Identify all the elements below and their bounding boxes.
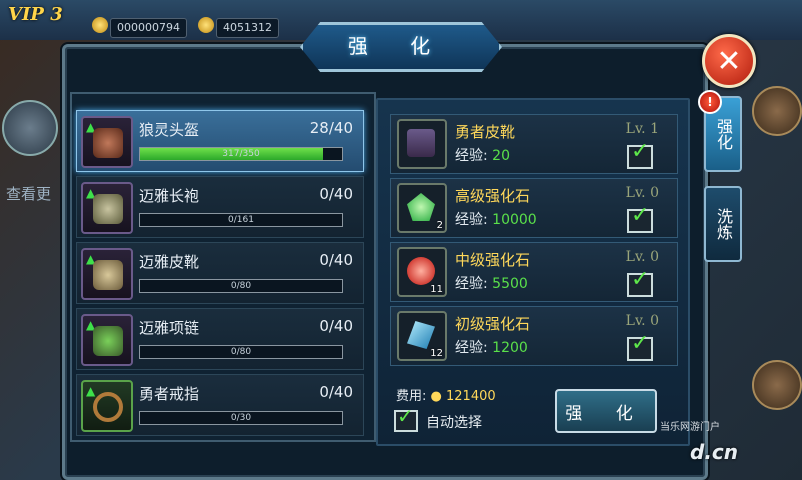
material-qty: 12 [430,348,443,359]
material-level: Lv. 0 [625,313,659,329]
equipment-level-count: 0/40 [319,251,353,269]
equipment-item-helmet[interactable]: ▲ 狼灵头盔 28/40 317/350 [76,110,364,172]
social-button[interactable] [2,100,58,156]
boots-icon: ▲ [81,248,133,300]
auto-select-checkbox[interactable]: ✓ [394,404,418,432]
green-gem-icon: 2 [397,183,447,233]
exp-value: 5500 [492,276,528,292]
cost-display: 费用: ● 121400 [396,385,496,404]
close-x-icon: ✕ [716,43,742,79]
checkmark-icon: ✓ [631,139,650,164]
blue-gem-icon: 12 [397,311,447,361]
material-level: Lv. 1 [625,121,659,137]
material-checkbox[interactable]: ✓ [627,267,653,297]
material-item[interactable]: 2 高级强化石 Lv. 0 经验: 10000 ✓ [390,178,678,238]
exp-progress-bar: 0/161 [139,213,343,227]
bg-right-button-1[interactable] [752,86,802,136]
material-exp: 经验: 5500 [455,273,528,293]
material-exp: 经验: 1200 [455,337,528,357]
material-qty: 2 [436,220,443,231]
cost-value: 121400 [446,389,496,404]
exp-label: 经验: [455,340,488,356]
checkmark-icon: ✓ [631,331,650,356]
material-checkbox[interactable]: ✓ [627,203,653,233]
exp-value: 10000 [492,212,537,228]
exp-progress-text: 0/80 [230,347,252,357]
necklace-icon: ▲ [81,314,133,366]
equipment-item-robe[interactable]: ▲ 迈雅长袍 0/40 0/161 [76,176,364,238]
watermark-text: 当乐网游门户 [660,422,720,433]
equipment-level-count: 0/40 [319,383,353,401]
equipment-level-count: 0/40 [319,185,353,203]
material-name: 中级强化石 [455,251,531,269]
exp-label: 经验: [455,212,488,228]
material-checkbox[interactable]: ✓ [627,139,653,169]
diamond-icon [92,17,108,33]
exp-progress-bar: 0/80 [139,279,343,293]
gold-coin-icon: ● [430,389,442,404]
helmet-icon: ▲ [81,116,133,168]
currency-diamonds: 000000794 [110,18,187,38]
exp-progress-bar: 0/30 [139,411,343,425]
exp-progress-bar: 317/350 [139,147,343,161]
equipment-level-count: 28/40 [309,119,353,137]
material-checkbox[interactable]: ✓ [627,331,653,361]
boots-icon [397,119,447,169]
exp-label: 经验: [455,276,488,292]
material-item[interactable]: 12 初级强化石 Lv. 0 经验: 1200 ✓ [390,306,678,366]
cost-label: 费用: [396,389,427,404]
checkmark-icon: ✓ [631,203,650,228]
robe-icon: ▲ [81,182,133,234]
exp-label: 经验: [455,148,488,164]
equipment-name: 狼灵头盔 [139,121,200,139]
bg-right-button-2[interactable] [752,360,802,410]
equipment-item-boots[interactable]: ▲ 迈雅皮靴 0/40 0/80 [76,242,364,304]
material-name: 勇者皮靴 [455,123,516,141]
equipment-name: 迈雅长袍 [139,187,200,205]
material-item[interactable]: 11 中级强化石 Lv. 0 经验: 5500 ✓ [390,242,678,302]
equipment-item-necklace[interactable]: ▲ 迈雅项链 0/40 0/80 [76,308,364,370]
equipment-level-count: 0/40 [319,317,353,335]
checkmark-icon: ✓ [397,404,414,428]
equipment-name: 迈雅皮靴 [139,253,200,271]
equipment-name: 勇者戒指 [139,385,200,403]
view-more-text[interactable]: 查看更 [6,183,51,204]
exp-progress-text: 0/80 [230,281,252,291]
checkmark-icon: ✓ [631,267,650,292]
exp-progress-text: 317/350 [222,149,260,159]
material-name: 初级强化石 [455,315,531,333]
auto-select-label[interactable]: 自动选择 [426,412,482,432]
close-button[interactable]: ✕ [702,34,756,88]
equipment-name: 迈雅项链 [139,319,200,337]
exp-value: 1200 [492,340,528,356]
material-name: 高级强化石 [455,187,531,205]
material-item[interactable]: 勇者皮靴 Lv. 1 经验: 20 ✓ [390,114,678,174]
upgrade-arrow-icon: ▲ [86,384,96,398]
exp-progress-text: 0/30 [230,413,252,423]
dialog-title: 强 化 [347,33,449,58]
enhance-button[interactable]: 强 化 [555,389,657,433]
ring-icon: ▲ [81,380,133,432]
vip-badge: VIP 3 [8,4,63,25]
currency-gold: 4051312 [216,18,279,38]
exp-value: 20 [492,148,510,164]
material-level: Lv. 0 [625,249,659,265]
material-level: Lv. 0 [625,185,659,201]
equipment-item-ring[interactable]: ▲ 勇者戒指 0/40 0/30 [76,374,364,436]
watermark-logo: d.cn [690,440,739,464]
exp-progress-text: 0/161 [228,215,254,225]
gold-coin-icon [198,17,214,33]
red-gem-icon: 11 [397,247,447,297]
material-exp: 经验: 20 [455,145,510,165]
material-qty: 11 [430,284,443,295]
tab-refine[interactable]: 洗炼 [704,186,742,262]
material-exp: 经验: 10000 [455,209,537,229]
alert-badge-icon: ! [698,90,722,114]
exp-progress-bar: 0/80 [139,345,343,359]
